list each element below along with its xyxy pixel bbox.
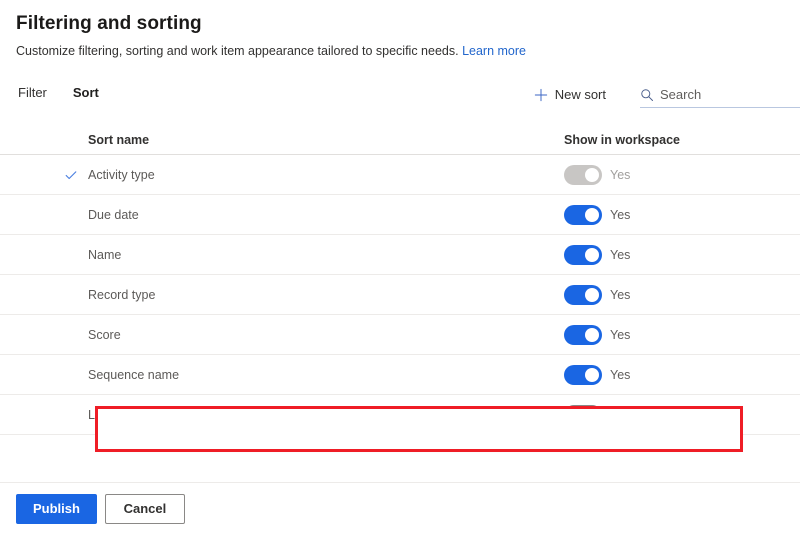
table-row[interactable]: Sequence name Yes [0,355,800,395]
footer-actions: Publish Cancel [0,482,800,534]
show-in-workspace-toggle-group: Yes [564,164,784,185]
toggle-thumb [585,327,599,342]
toggle-thumb [585,167,599,182]
column-header-sort-name: Sort name [88,132,150,147]
page-subtitle-text: Customize filtering, sorting and work it… [16,44,459,58]
toggle-state-label: Yes [610,207,631,222]
search-icon [640,88,654,102]
search-box[interactable] [640,82,800,108]
page-header: Filtering and sorting Customize filterin… [0,0,800,60]
toggle-state-label: Yes [610,327,631,342]
row-toggle-cell: Yes [564,244,784,265]
column-header-show-in-workspace: Show in workspace [564,132,681,147]
row-name-cell: Activity type [16,167,564,183]
row-name-label: Lead . Name [88,407,160,422]
toggle-thumb [585,287,599,302]
row-name-label: Record type [88,287,156,302]
row-name-cell: Record type [16,287,564,303]
search-input[interactable] [660,85,800,104]
show-in-workspace-toggle-group: Yes [564,364,784,385]
table-row[interactable]: Lead . Name No [0,395,800,435]
toggle-thumb [585,207,599,222]
toggle-state-label: Yes [610,287,631,302]
toggle-thumb [585,367,599,382]
row-name-label: Name [88,247,122,262]
row-name-label: Score [88,327,121,342]
show-in-workspace-toggle[interactable] [564,404,602,425]
row-name-cell: Name [16,247,564,263]
filtering-and-sorting-page: Filtering and sorting Customize filterin… [0,0,800,534]
new-sort-button-label: New sort [554,87,606,102]
row-toggle-cell: Yes [564,324,784,345]
row-name-cell: Due date [16,207,564,223]
table-row[interactable]: Score Yes [0,315,800,355]
row-name-label: Sequence name [88,367,180,382]
show-in-workspace-toggle[interactable] [564,284,602,305]
tab-filter[interactable]: Filter [16,81,49,111]
table-row[interactable]: Activity type Yes [0,155,800,195]
table-row[interactable]: Due date Yes [0,195,800,235]
show-in-workspace-toggle-group: Yes [564,324,784,345]
show-in-workspace-toggle [564,164,602,185]
table-header-row: Sort name Show in workspace [0,125,800,155]
row-toggle-cell: Yes [564,204,784,225]
row-name-label: Due date [88,207,139,222]
table-row[interactable]: Name Yes [0,235,800,275]
toggle-thumb [585,247,599,262]
command-bar-actions: New sort [532,81,800,119]
row-name-cell: Sequence name [16,367,564,383]
toggle-state-label: Yes [610,167,631,182]
show-in-workspace-toggle[interactable] [564,204,602,225]
new-sort-button[interactable]: New sort [532,84,612,106]
check-icon [64,168,78,182]
show-in-workspace-toggle[interactable] [564,324,602,345]
show-in-workspace-toggle-group: No [564,404,784,425]
table-row[interactable]: Record type Yes [0,275,800,315]
row-toggle-cell: Yes [564,164,784,185]
toggle-state-label: No [610,407,626,422]
show-in-workspace-toggle[interactable] [564,364,602,385]
show-in-workspace-toggle[interactable] [564,244,602,265]
row-name-cell: Score [16,327,564,343]
row-name-cell: Lead . Name [16,407,564,423]
publish-button[interactable]: Publish [16,493,97,524]
show-in-workspace-toggle-group: Yes [564,244,784,265]
row-name-label: Activity type [88,167,155,182]
page-subtitle: Customize filtering, sorting and work it… [16,42,800,60]
command-bar: Filter Sort New sort [0,81,800,119]
tab-sort[interactable]: Sort [71,81,101,111]
show-in-workspace-toggle-group: Yes [564,204,784,225]
toggle-state-label: Yes [610,367,631,382]
toggle-thumb [567,407,581,422]
plus-icon [534,88,548,102]
row-toggle-cell: No [564,404,784,425]
cancel-button[interactable]: Cancel [104,493,185,524]
row-toggle-cell: Yes [564,284,784,305]
sort-table: Sort name Show in workspace Activity typ… [0,125,800,435]
row-toggle-cell: Yes [564,364,784,385]
show-in-workspace-toggle-group: Yes [564,284,784,305]
tab-filter-label: Filter [18,85,47,100]
page-title: Filtering and sorting [16,13,202,34]
learn-more-link[interactable]: Learn more [462,44,526,58]
tab-sort-label: Sort [72,85,99,100]
toggle-state-label: Yes [610,247,631,262]
